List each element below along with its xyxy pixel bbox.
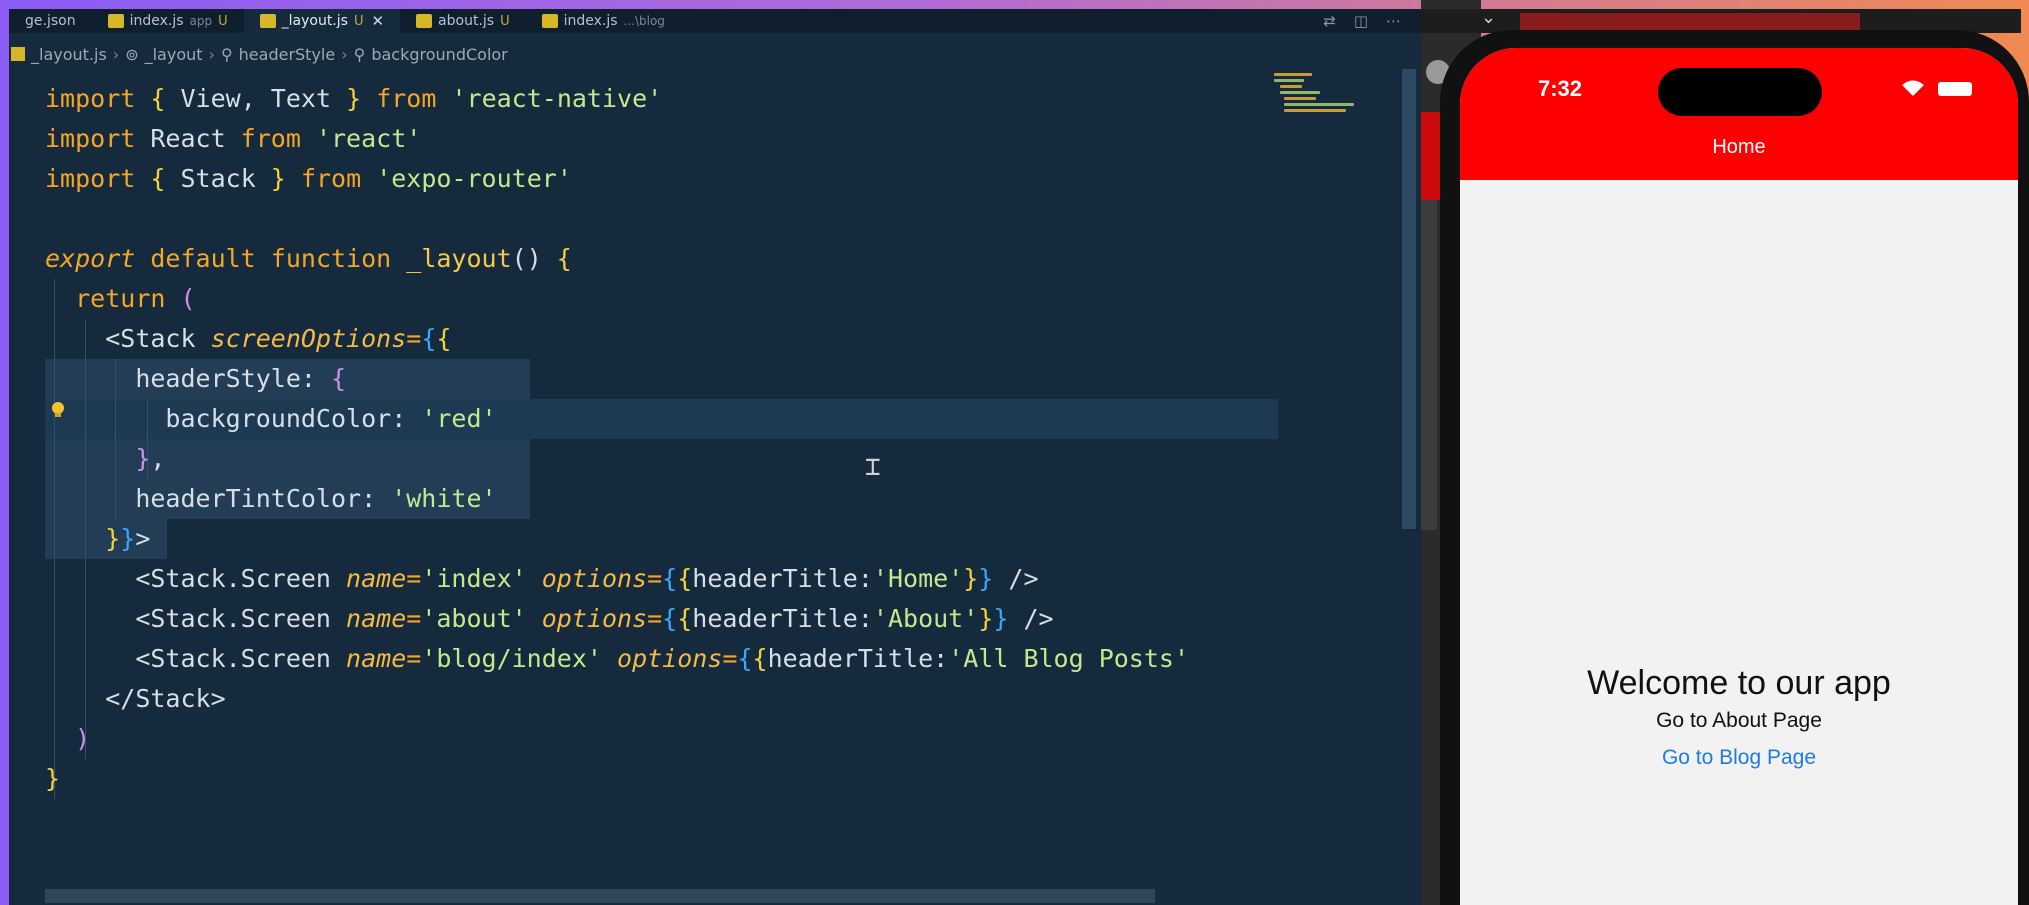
symbol-icon: ⊚ [125,44,139,64]
close-icon[interactable]: ✕ [371,12,384,30]
status-time: 7:32 [1538,76,1583,101]
code-line-14: <Stack.Screen name='about' options={{hea… [135,604,1054,633]
breadcrumb-function[interactable]: _layout [145,45,203,64]
tab-label: index.js [129,13,184,29]
tab-modified-badge: U [353,13,364,29]
split-editor-icon[interactable]: ◫ [1354,12,1368,30]
code-line-2: import React from 'react' [45,124,422,153]
tab-modified-badge: U [218,13,228,29]
horizontal-scrollbar[interactable] [45,889,1155,903]
welcome-heading: Welcome to our app [1587,664,1891,702]
tab-path: ...\blog [623,14,665,28]
breadcrumb-file[interactable]: _layout.js [31,45,107,64]
code-line-8: headerStyle: { [135,364,347,393]
more-icon[interactable]: ⋯ [1386,12,1401,30]
tab-package-json[interactable]: ge.json [9,9,92,33]
tab-modified-badge: U [500,13,510,29]
code-line-16: </Stack> [105,684,226,713]
editor-tab-bar: ge.json index.js app U _layout.js U ✕ ab… [9,9,1421,33]
tab-label: about.js [438,13,495,29]
code-line-5: export default function _layout() { [45,244,572,273]
chevron-right-icon: › [112,44,120,64]
header-title: Home [1712,136,1766,158]
breadcrumb: _layout.js › ⊚ _layout › ⚲ headerStyle ›… [9,43,508,65]
background-window-strip [1421,200,1437,530]
dynamic-island [1658,68,1822,116]
minimap[interactable] [1274,69,1394,139]
code-line-18: } [45,764,61,793]
editor-actions: ⇄ ◫ ⋯ [1323,12,1401,30]
code-line-10: }, [135,444,166,473]
tab-path: app [189,14,213,28]
wrench-icon: ⚲ [353,44,366,64]
code-line-11: headerTintColor: 'white' [135,484,497,513]
code-line-9: backgroundColor: 'red' [165,404,497,433]
tab-label: ge.json [25,13,76,29]
tab-index-app[interactable]: index.js app U [92,9,244,33]
breadcrumb-property[interactable]: backgroundColor [371,45,507,64]
js-file-icon [259,14,276,28]
phone-screen: 7:32 Home Welcome to our app Go to About… [1460,48,2018,905]
js-file-icon [416,14,433,28]
js-file-icon [107,14,124,28]
text-cursor-icon: ⌶ [865,452,881,482]
wrench-icon: ⚲ [220,44,233,64]
vertical-scrollbar[interactable] [1402,69,1416,529]
app-content: Welcome to our app Go to About Page Go t… [1460,663,2018,773]
chevron-down-icon[interactable]: ⌄ [1481,7,1496,28]
code-line-13: <Stack.Screen name='index' options={{hea… [135,564,1039,593]
code-line-6: return ( [75,284,196,313]
breadcrumb-property[interactable]: headerStyle [239,45,336,64]
code-line-12: }}> [105,524,151,553]
compare-icon[interactable]: ⇄ [1323,12,1336,30]
code-editor: ge.json index.js app U _layout.js U ✕ ab… [9,9,1421,905]
blog-page-link[interactable]: Go to Blog Page [1460,743,2018,773]
wifi-icon [1900,78,1926,103]
js-file-icon [541,14,558,28]
code-line-1: import { View, Text } from 'react-native… [45,84,663,113]
tab-label: _layout.js [281,13,348,29]
tab-index-blog[interactable]: index.js ...\blog [526,9,681,33]
code-line-3: import { Stack } from 'expo-router' [45,164,572,193]
battery-icon [1938,82,1972,96]
tab-label: index.js [563,13,618,29]
about-page-link[interactable]: Go to About Page [1460,707,2018,735]
app-header: 7:32 Home [1460,48,2018,180]
code-line-15: <Stack.Screen name='blog/index' options=… [135,644,1190,673]
tab-about[interactable]: about.js U [400,9,526,33]
lightbulb-icon[interactable] [50,401,66,419]
tab-layout[interactable]: _layout.js U ✕ [243,9,401,33]
chevron-right-icon: › [341,44,348,64]
code-line-17: ) [75,724,91,753]
chevron-right-icon: › [208,44,215,64]
code-line-7: <Stack screenOptions={{ [105,324,452,353]
js-file-icon [11,47,25,61]
